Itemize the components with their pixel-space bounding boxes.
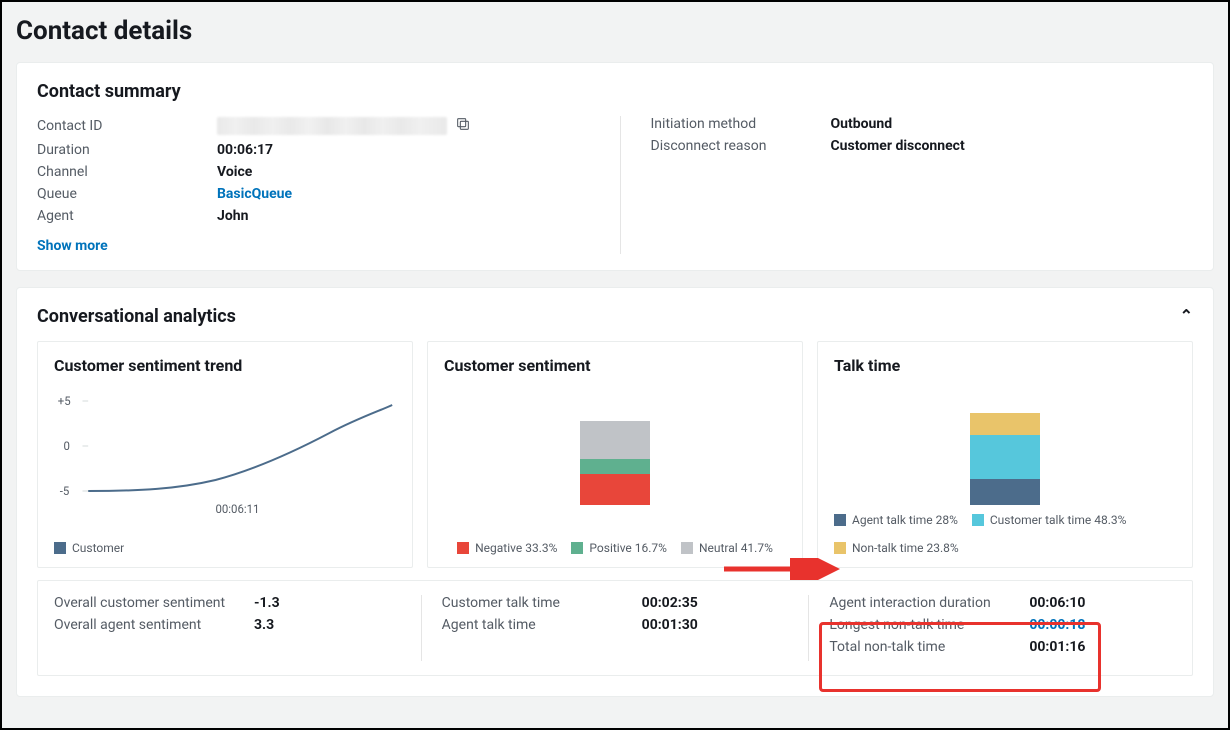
- stats-col-2: Customer talk time00:02:35 Agent talk ti…: [421, 595, 789, 661]
- sentiment-chart: [444, 385, 786, 533]
- stat-value: 00:01:16: [1029, 639, 1085, 655]
- copy-icon[interactable]: [455, 116, 471, 136]
- stat-label: Customer talk time: [442, 595, 642, 611]
- legend-label: Customer: [72, 541, 124, 555]
- summary-value-queue-link[interactable]: BasicQueue: [217, 186, 292, 202]
- legend: Agent talk time 28% Customer talk time 4…: [834, 513, 1176, 555]
- legend-label: Agent talk time 28%: [852, 513, 958, 527]
- talk-time-chart: [834, 385, 1176, 505]
- analytics-heading: Conversational analytics: [37, 306, 1193, 327]
- card-title: Talk time: [834, 356, 1176, 375]
- summary-label: Queue: [37, 186, 217, 202]
- legend-swatch: [834, 514, 846, 526]
- legend-label: Neutral 41.7%: [699, 541, 773, 555]
- summary-value: John: [217, 208, 248, 224]
- legend: Customer: [54, 541, 396, 555]
- summary-value: Customer disconnect: [831, 138, 965, 154]
- summary-label: Contact ID: [37, 118, 217, 134]
- stat-label: Agent talk time: [442, 617, 642, 633]
- summary-right-col: Initiation method Outbound Disconnect re…: [620, 116, 1194, 254]
- contact-summary-panel: Contact summary Contact ID Duration 00:0…: [16, 62, 1214, 271]
- stats-col-1: Overall customer sentiment-1.3 Overall a…: [54, 595, 401, 661]
- stat-value-link[interactable]: 00:00:18: [1029, 617, 1085, 633]
- summary-label: Duration: [37, 142, 217, 158]
- stat-value: -1.3: [254, 595, 280, 611]
- summary-value: Outbound: [831, 116, 893, 132]
- summary-value: 00:06:17: [217, 142, 273, 158]
- summary-label: Initiation method: [651, 116, 831, 132]
- summary-row-agent: Agent John: [37, 208, 580, 224]
- legend-swatch: [457, 542, 469, 554]
- summary-value: Voice: [217, 164, 252, 180]
- x-tick: 00:06:11: [216, 502, 260, 516]
- summary-label: Channel: [37, 164, 217, 180]
- legend-label: Negative 33.3%: [475, 541, 557, 555]
- stat-label: Longest non-talk time: [829, 617, 1029, 633]
- y-tick: -5: [60, 484, 70, 498]
- card-title: Customer sentiment trend: [54, 356, 396, 375]
- summary-label: Agent: [37, 208, 217, 224]
- talk-time-card: Talk time Agent talk time 28% Customer t…: [817, 341, 1193, 568]
- stats-row: Overall customer sentiment-1.3 Overall a…: [37, 580, 1193, 676]
- stat-label: Overall agent sentiment: [54, 617, 254, 633]
- summary-label: Disconnect reason: [651, 138, 831, 154]
- summary-value-contact-id: [217, 116, 471, 136]
- analytics-panel: ⌃ Conversational analytics Customer sent…: [16, 287, 1214, 697]
- sentiment-trend-chart: +5 0 -5 00:06:11: [54, 385, 396, 533]
- contact-summary-heading: Contact summary: [37, 81, 1193, 102]
- card-title: Customer sentiment: [444, 356, 786, 375]
- stat-label: Total non-talk time: [829, 639, 1029, 655]
- sentiment-trend-card: Customer sentiment trend +5 0 -5 00:06:1…: [37, 341, 413, 568]
- stat-label: Agent interaction duration: [829, 595, 1029, 611]
- page-title: Contact details: [16, 16, 1214, 46]
- stats-col-3: Agent interaction duration00:06:10 Longe…: [808, 595, 1176, 661]
- sentiment-card: Customer sentiment Negative 33.3% Positi…: [427, 341, 803, 568]
- legend-label: Positive 16.7%: [589, 541, 667, 555]
- summary-row-queue: Queue BasicQueue: [37, 186, 580, 202]
- y-tick: +5: [58, 394, 71, 408]
- stat-value: 3.3: [254, 617, 274, 633]
- legend-swatch: [834, 542, 846, 554]
- show-more-link[interactable]: Show more: [37, 238, 108, 254]
- stat-value: 00:02:35: [642, 595, 698, 611]
- legend-swatch: [571, 542, 583, 554]
- summary-row-channel: Channel Voice: [37, 164, 580, 180]
- summary-row-initiation: Initiation method Outbound: [651, 116, 1194, 132]
- summary-row-disconnect: Disconnect reason Customer disconnect: [651, 138, 1194, 154]
- chevron-up-icon[interactable]: ⌃: [1180, 306, 1193, 325]
- legend-swatch: [681, 542, 693, 554]
- summary-row-duration: Duration 00:06:17: [37, 142, 580, 158]
- legend-label: Non-talk time 23.8%: [852, 541, 959, 555]
- legend-swatch: [54, 542, 66, 554]
- stat-value: 00:06:10: [1029, 595, 1085, 611]
- legend-label: Customer talk time 48.3%: [990, 513, 1127, 527]
- stat-label: Overall customer sentiment: [54, 595, 254, 611]
- y-tick: 0: [64, 439, 70, 453]
- contact-id-blurred: [217, 117, 447, 135]
- legend: Negative 33.3% Positive 16.7% Neutral 41…: [444, 541, 786, 555]
- legend-swatch: [972, 514, 984, 526]
- summary-left-col: Contact ID Duration 00:06:17 Channel Voi…: [37, 116, 580, 254]
- summary-row-contact-id: Contact ID: [37, 116, 580, 136]
- stat-value: 00:01:30: [642, 617, 698, 633]
